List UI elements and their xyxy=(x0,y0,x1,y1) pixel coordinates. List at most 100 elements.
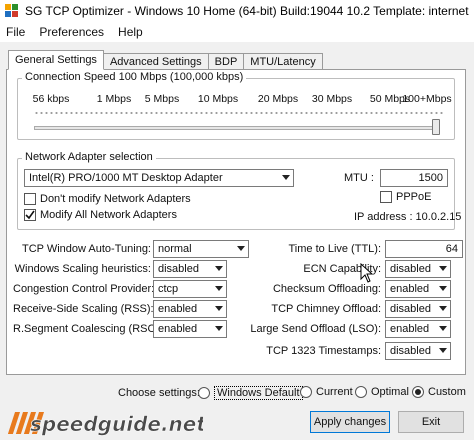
radio-windows-default-label: Windows Default xyxy=(214,386,303,400)
connection-speed-label: Connection Speed 100 Mbps (100,000 kbps) xyxy=(22,71,247,83)
choose-settings-label: Choose settings: xyxy=(118,387,200,399)
menu-file[interactable]: File xyxy=(0,25,33,39)
large-send-offload-label: Large Send Offload (LSO): xyxy=(250,323,381,335)
menu-help[interactable]: Help xyxy=(112,25,151,39)
tick-5mbps: 5 Mbps xyxy=(144,93,180,105)
tcp-chimney-offload-label: TCP Chimney Offload: xyxy=(271,303,381,315)
chevron-down-icon xyxy=(435,301,450,317)
segment-coalescing-select[interactable]: enabled xyxy=(153,320,227,338)
window-title: SG TCP Optimizer - Windows 10 Home (64-b… xyxy=(25,4,469,18)
tcp-chimney-offload-value: disabled xyxy=(390,303,431,315)
segment-coalescing-value: enabled xyxy=(158,323,198,335)
chevron-down-icon xyxy=(211,301,226,317)
chevron-down-icon xyxy=(211,281,226,297)
tab-strip: General Settings Advanced Settings BDP M… xyxy=(8,50,323,70)
speed-slider-track[interactable] xyxy=(34,126,440,130)
receive-side-scaling-value: enabled xyxy=(158,303,198,315)
ip-address: IP address : 10.0.2.15 xyxy=(354,211,462,223)
tcp-optimizer-window: SG TCP Optimizer - Windows 10 Home (64-b… xyxy=(0,0,474,440)
speed-slider-ticks xyxy=(34,111,444,115)
windows-scaling-heuristics-select[interactable]: disabled xyxy=(153,260,227,278)
tick-30mbps: 30 Mbps xyxy=(311,93,353,105)
radio-empty-icon xyxy=(198,387,210,399)
tick-20mbps: 20 Mbps xyxy=(257,93,299,105)
connection-speed-group: Connection Speed 100 Mbps (100,000 kbps)… xyxy=(17,71,455,140)
congestion-control-provider-value: ctcp xyxy=(158,283,179,295)
app-icon xyxy=(5,4,19,18)
radio-optimal[interactable]: Optimal xyxy=(355,386,409,398)
tcp-1323-timestamps-value: disabled xyxy=(390,345,431,357)
radio-optimal-label: Optimal xyxy=(371,386,409,398)
mtu-input[interactable]: 1500 xyxy=(380,169,448,187)
receive-side-scaling-label: Receive-Side Scaling (RSS): xyxy=(13,303,154,315)
mtu-value: 1500 xyxy=(418,172,443,184)
modify-all-adapters-checkbox[interactable]: Modify All Network Adapters xyxy=(24,209,177,221)
network-adapter-group: Network Adapter selection Intel(R) PRO/1… xyxy=(17,151,461,230)
ecn-capability-select[interactable]: disabled xyxy=(385,260,451,278)
checksum-offloading-select[interactable]: enabled xyxy=(385,280,451,298)
tick-1mbps: 1 Mbps xyxy=(96,93,132,105)
tcp-1323-timestamps-select[interactable]: disabled xyxy=(385,342,451,360)
dont-modify-adapters-checkbox[interactable]: Don't modify Network Adapters xyxy=(24,193,191,205)
dont-modify-adapters-label: Don't modify Network Adapters xyxy=(40,193,191,205)
segment-coalescing-label: R.Segment Coalescing (RSC): xyxy=(13,323,163,335)
general-settings-panel: Connection Speed 100 Mbps (100,000 kbps)… xyxy=(6,69,466,375)
logo-text: speedguide.net xyxy=(30,412,203,436)
ttl-input[interactable]: 64 xyxy=(385,240,463,258)
mouse-cursor-icon xyxy=(360,263,374,283)
menu-preferences[interactable]: Preferences xyxy=(33,25,112,39)
network-adapter-value: Intel(R) PRO/1000 MT Desktop Adapter xyxy=(29,172,223,184)
menu-bar: File Preferences Help xyxy=(0,22,474,42)
radio-empty-icon xyxy=(300,386,312,398)
tab-advanced-settings[interactable]: Advanced Settings xyxy=(102,53,209,70)
tick-56kbps: 56 kbps xyxy=(32,93,70,105)
chevron-down-icon xyxy=(435,281,450,297)
chevron-down-icon xyxy=(435,261,450,277)
exit-button[interactable]: Exit xyxy=(398,411,464,433)
tcp-chimney-offload-select[interactable]: disabled xyxy=(385,300,451,318)
modify-all-adapters-label: Modify All Network Adapters xyxy=(40,209,177,221)
speed-tick-labels: 56 kbps 1 Mbps 5 Mbps 10 Mbps 20 Mbps 30… xyxy=(28,93,452,107)
tcp-window-autotuning-select[interactable]: normal xyxy=(153,240,249,258)
apply-changes-button[interactable]: Apply changes xyxy=(310,411,390,433)
tab-general-settings[interactable]: General Settings xyxy=(8,50,104,70)
ecn-capability-value: disabled xyxy=(390,263,431,275)
windows-scaling-heuristics-value: disabled xyxy=(158,263,199,275)
chevron-down-icon xyxy=(435,343,450,359)
pppoe-checkbox[interactable]: PPPoE xyxy=(380,191,431,203)
checksum-offloading-value: enabled xyxy=(390,283,430,295)
network-adapter-label: Network Adapter selection xyxy=(22,151,156,163)
radio-selected-icon xyxy=(412,386,424,398)
ttl-label: Time to Live (TTL): xyxy=(288,243,382,255)
title-bar: SG TCP Optimizer - Windows 10 Home (64-b… xyxy=(0,0,474,22)
tick-10mbps: 10 Mbps xyxy=(197,93,239,105)
radio-custom[interactable]: Custom xyxy=(412,386,466,398)
receive-side-scaling-select[interactable]: enabled xyxy=(153,300,227,318)
checkbox-empty-icon xyxy=(380,191,392,203)
tcp-window-autotuning-value: normal xyxy=(158,243,192,255)
radio-custom-label: Custom xyxy=(428,386,466,398)
speed-slider-thumb[interactable] xyxy=(432,119,440,135)
mtu-label: MTU : xyxy=(344,172,374,184)
windows-scaling-heuristics-label: Windows Scaling heuristics: xyxy=(14,263,151,275)
large-send-offload-select[interactable]: enabled xyxy=(385,320,451,338)
radio-windows-default[interactable]: Windows Default xyxy=(198,386,303,400)
tab-mtu-latency[interactable]: MTU/Latency xyxy=(243,53,323,70)
radio-empty-icon xyxy=(355,386,367,398)
checkmark-icon xyxy=(24,209,36,221)
chevron-down-icon xyxy=(211,261,226,277)
checksum-offloading-label: Checksum Offloading: xyxy=(272,283,381,295)
chevron-down-icon xyxy=(435,321,450,337)
tab-bdp[interactable]: BDP xyxy=(207,53,245,70)
chevron-down-icon xyxy=(278,170,293,186)
speedguide-logo: speedguide.net xyxy=(8,412,203,436)
ttl-value: 64 xyxy=(445,243,458,255)
tcp-1323-timestamps-label: TCP 1323 Timestamps: xyxy=(266,345,381,357)
radio-current[interactable]: Current xyxy=(300,386,353,398)
large-send-offload-value: enabled xyxy=(390,323,430,335)
chevron-down-icon xyxy=(211,321,226,337)
tick-100plus-mbps: 100+Mbps xyxy=(402,93,452,105)
network-adapter-select[interactable]: Intel(R) PRO/1000 MT Desktop Adapter xyxy=(24,169,294,187)
radio-current-label: Current xyxy=(316,386,353,398)
congestion-control-provider-select[interactable]: ctcp xyxy=(153,280,227,298)
